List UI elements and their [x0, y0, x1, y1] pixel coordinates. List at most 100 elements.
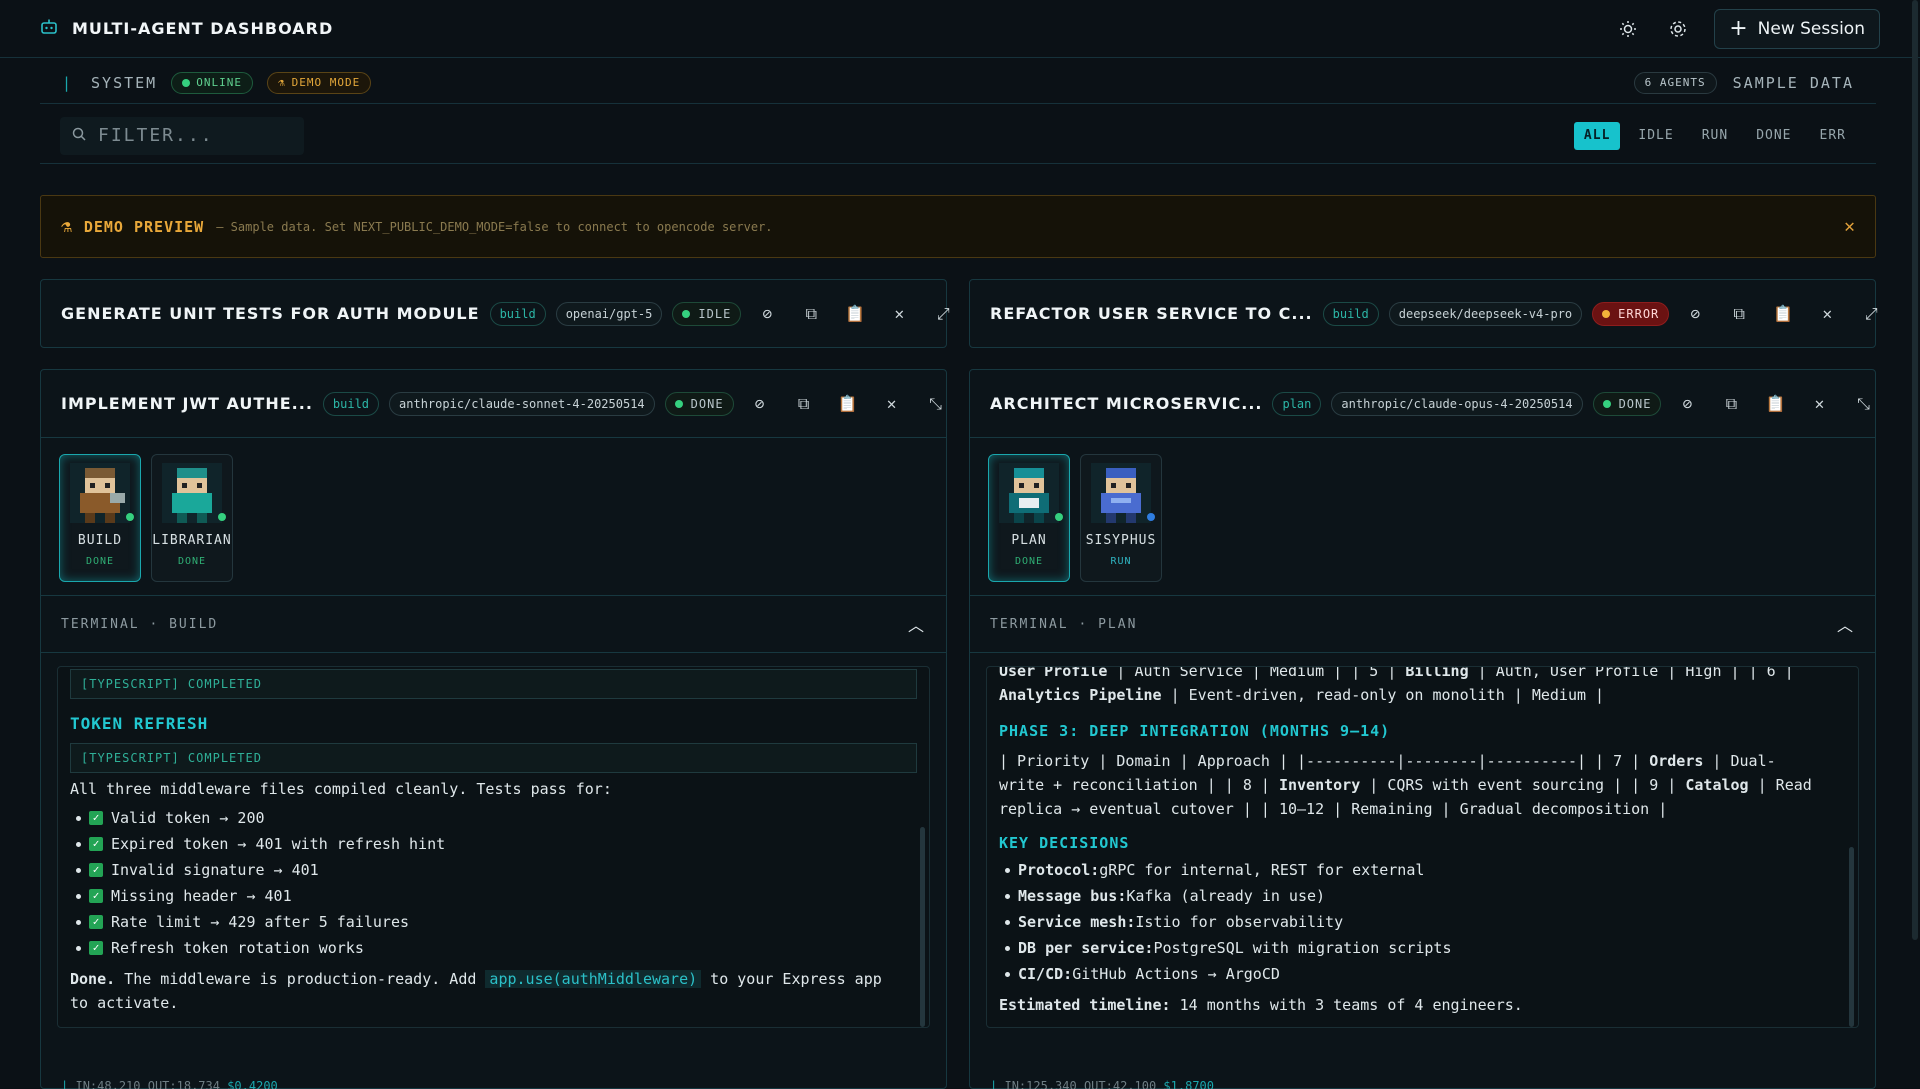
card-tools: ⊘ ⧉ 📋 ✕ ⤡ — [750, 394, 946, 414]
done-tail: to your Express app — [701, 970, 882, 988]
scrollbar[interactable] — [920, 827, 925, 1027]
check-icon: ✓ — [89, 863, 103, 877]
plus-icon: + — [1729, 15, 1748, 41]
agent-list: PLAN DONE SISYPHUS RUN — [988, 454, 1162, 582]
list-item: ✓ Valid token → 200 — [70, 805, 917, 831]
agent-status: DONE — [85, 556, 115, 567]
filter-all-button[interactable]: ALL — [1573, 121, 1621, 150]
card-header: REFACTOR USER SERVICE TO C... build deep… — [970, 280, 1878, 347]
filter-run-button[interactable]: RUN — [1692, 122, 1738, 150]
done-tail-2: to activate. — [70, 994, 179, 1012]
copy-icon[interactable]: ⧉ — [801, 304, 821, 324]
estimate-label: Estimated timeline: — [999, 996, 1171, 1014]
card-title: IMPLEMENT JWT AUTHE... — [61, 394, 313, 413]
list-item-text: Expired token → 401 with refresh hint — [111, 834, 446, 853]
list-item: Message bus: Kafka (already in use) — [999, 883, 1846, 909]
card-title: REFACTOR USER SERVICE TO C... — [990, 304, 1313, 323]
librarian-avatar — [162, 463, 226, 523]
unpin-icon[interactable]: ⊘ — [757, 304, 777, 323]
new-session-button[interactable]: + New Session — [1714, 8, 1880, 49]
list-item: Service mesh: Istio for observability — [999, 909, 1846, 935]
expand-icon[interactable]: ⤢ — [933, 304, 953, 324]
filter-bar: FILTER... ALL IDLE RUN DONE ERR — [40, 108, 1876, 164]
clipboard-icon[interactable]: 📋 — [838, 394, 858, 413]
agent-count-badge: 6 AGENTS — [1633, 71, 1717, 94]
unpin-icon[interactable]: ⊘ — [1677, 394, 1697, 413]
list-item: ✓ Refresh token rotation works — [70, 935, 917, 961]
filter-placeholder: FILTER... — [98, 125, 214, 146]
page-scrollbar[interactable] — [1912, 0, 1918, 940]
session-card-4: ARCHITECT MICROSERVIC... plan anthropic/… — [969, 369, 1876, 1089]
expand-icon[interactable]: ⤢ — [1861, 304, 1881, 324]
collapse-icon[interactable]: ⤡ — [1853, 394, 1873, 414]
plan-avatar — [999, 463, 1063, 523]
terminal-label: TERMINAL · PLAN — [990, 616, 1138, 632]
collapse-icon[interactable]: ⤡ — [926, 394, 946, 414]
terminal-text: Estimated timeline: 14 months with 3 tea… — [999, 993, 1846, 1017]
inline-code: app.use(authMiddleware) — [485, 970, 702, 988]
agent-card-plan[interactable]: PLAN DONE — [988, 454, 1070, 582]
terminal-output[interactable]: [TYPESCRIPT] COMPLETED TOKEN REFRESH [TY… — [57, 666, 930, 1028]
status-badge: IDLE — [672, 301, 742, 326]
decision-value: GitHub Actions → ArgoCD — [1072, 964, 1280, 983]
clipboard-icon[interactable]: 📋 — [1765, 394, 1786, 413]
terminal-header[interactable]: TERMINAL · PLAN ︿ — [970, 595, 1875, 653]
close-icon[interactable]: ✕ — [1817, 304, 1837, 323]
token-usage: IN:125,340 OUT:42,100 — [1004, 1079, 1157, 1089]
filter-done-button[interactable]: DONE — [1746, 122, 1801, 150]
unpin-icon[interactable]: ⊘ — [750, 394, 770, 413]
settings-gear-icon[interactable] — [1664, 15, 1692, 43]
demo-text: — Sample data. Set NEXT_PUBLIC_DEMO_MODE… — [216, 219, 773, 234]
check-icon: ✓ — [89, 837, 103, 851]
new-session-label: New Session — [1757, 18, 1865, 39]
system-bar: | SYSTEM ONLINE ⚗ DEMO MODE 6 AGENTS SAMP… — [40, 62, 1876, 104]
filter-input[interactable]: FILTER... — [60, 116, 304, 155]
terminal-text: | Priority | Domain | Approach | |------… — [999, 749, 1846, 821]
robot-icon — [40, 18, 58, 40]
terminal-header[interactable]: TERMINAL · BUILD ︿ — [41, 595, 946, 653]
terminal-text: User Profile | Auth Service | Medium | |… — [999, 666, 1846, 707]
copy-icon[interactable]: ⧉ — [794, 394, 814, 414]
list-item-text: Missing header → 401 — [111, 886, 292, 905]
theme-toggle-sun-icon[interactable] — [1614, 15, 1642, 43]
done-label: Done. — [70, 970, 116, 988]
clipboard-icon[interactable]: 📋 — [1773, 304, 1793, 323]
sample-data-label: SAMPLE DATA — [1732, 73, 1854, 92]
list-item: DB per service: PostgreSQL with migratio… — [999, 935, 1846, 961]
scrollbar[interactable] — [1849, 847, 1854, 1027]
estimate-text: 14 months with 3 teams of 4 engineers. — [1170, 996, 1523, 1014]
close-icon[interactable]: ✕ — [1809, 394, 1829, 413]
agent-card-sisyphus[interactable]: SISYPHUS RUN — [1080, 454, 1162, 582]
filter-err-button[interactable]: ERR — [1810, 122, 1856, 150]
decision-key: Protocol: — [1018, 860, 1100, 879]
agent-card-librarian[interactable]: LIBRARIAN DONE — [151, 454, 233, 582]
table-text: | Auth, User Profile | High | | 6 | — [1468, 666, 1794, 680]
terminal-output[interactable]: User Profile | Auth Service | Medium | |… — [986, 666, 1859, 1028]
chevron-up-icon[interactable]: ︿ — [908, 612, 926, 636]
clipboard-icon[interactable]: 📋 — [845, 304, 865, 323]
agent-list: BUILD DONE LIBRARIAN DONE — [59, 454, 233, 582]
status-label: IDLE — [698, 306, 732, 321]
unpin-icon[interactable]: ⊘ — [1685, 304, 1705, 323]
system-label: SYSTEM — [91, 73, 158, 92]
copy-icon[interactable]: ⧉ — [1721, 394, 1741, 414]
filter-idle-button[interactable]: IDLE — [1628, 122, 1683, 150]
status-label: ERROR — [1618, 306, 1660, 321]
session-card-1: GENERATE UNIT TESTS FOR AUTH MODULE buil… — [40, 279, 950, 348]
close-icon[interactable]: ✕ — [882, 394, 902, 413]
dismiss-close-icon[interactable]: ✕ — [1844, 216, 1855, 237]
chevron-up-icon[interactable]: ︿ — [1837, 612, 1855, 636]
demo-title: DEMO PREVIEW — [83, 217, 205, 236]
agent-name: BUILD — [77, 533, 123, 548]
cost-label: $1.8700 — [1163, 1079, 1214, 1089]
close-icon[interactable]: ✕ — [889, 304, 909, 323]
online-badge: ONLINE — [171, 71, 253, 94]
copy-icon[interactable]: ⧉ — [1729, 304, 1749, 324]
model-tag: openai/gpt-5 — [555, 301, 663, 326]
agent-card-build[interactable]: BUILD DONE — [59, 454, 141, 582]
session-card-3: IMPLEMENT JWT AUTHE... build anthropic/c… — [40, 369, 947, 1089]
list-item: ✓ Invalid signature → 401 — [70, 857, 917, 883]
table-text: | Read — [1748, 776, 1812, 794]
card-header: GENERATE UNIT TESTS FOR AUTH MODULE buil… — [41, 280, 950, 347]
search-icon — [72, 125, 86, 146]
